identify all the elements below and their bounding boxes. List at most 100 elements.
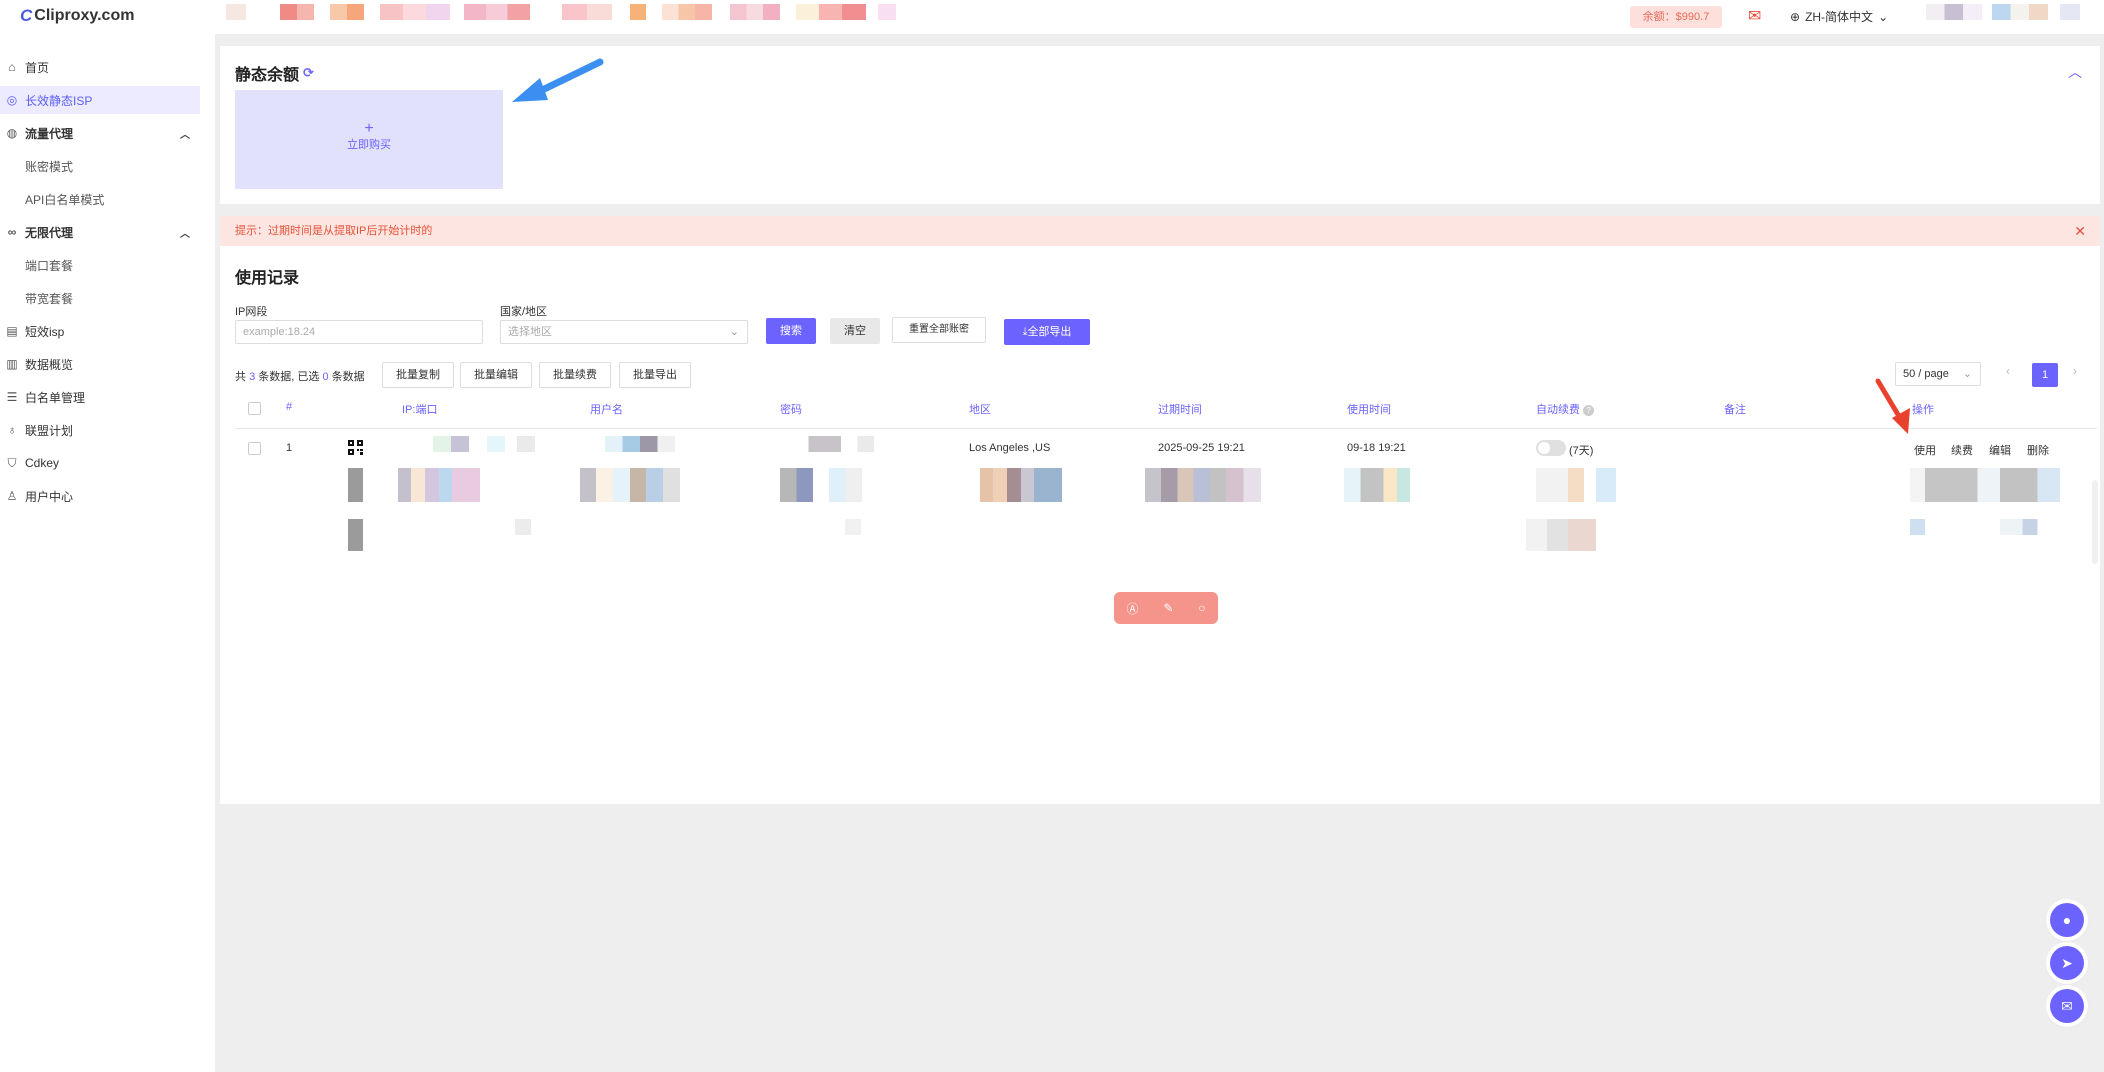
- sidebar-item-static-isp[interactable]: ◎ 长效静态ISP: [0, 86, 200, 114]
- ip-range-input[interactable]: example:18.24: [235, 320, 483, 344]
- sidebar-item-label: 无限代理: [25, 225, 74, 240]
- bulk-copy-button[interactable]: 批量复制: [382, 362, 454, 388]
- obscured-password: [780, 468, 862, 502]
- sidebar-item-cdkey[interactable]: ⛉ Cdkey: [0, 449, 200, 477]
- obscured-block: [878, 4, 896, 20]
- delete-action[interactable]: 删除: [2027, 442, 2049, 458]
- sidebar-item-whitelist[interactable]: ☰ 白名单管理: [0, 383, 200, 411]
- usage-records-panel: 使用记录 IP网段 example:18.24 国家/地区 选择地区 ⌄ 搜索 …: [220, 246, 2100, 804]
- obscured-block: [1926, 4, 1982, 20]
- user-icon: ♙: [6, 489, 18, 503]
- row-index: 1: [286, 442, 293, 454]
- ai-icon[interactable]: Ⓐ: [1126, 600, 1138, 617]
- search-icon[interactable]: ○: [1198, 601, 1205, 615]
- sidebar-group-traffic-proxy[interactable]: ◍ 流量代理 ︿: [0, 119, 200, 147]
- sidebar-item-label: 用户中心: [25, 489, 74, 504]
- qrcode-icon[interactable]: [348, 440, 363, 455]
- static-balance-panel: 静态余额 ⟳ + 立即购买 ︿: [220, 46, 2100, 204]
- telegram-icon[interactable]: ➤: [2050, 946, 2084, 980]
- auto-renew-toggle[interactable]: [1536, 440, 1566, 456]
- annotation-arrow-icon: [512, 58, 604, 102]
- col-actions: 操作: [1912, 404, 1934, 416]
- count-total: 3: [249, 371, 256, 383]
- obscured-block: [330, 4, 364, 20]
- magic-wand-icon[interactable]: ✎: [1163, 601, 1173, 615]
- page-number-current[interactable]: 1: [2032, 363, 2058, 387]
- gift-icon[interactable]: ✉: [1748, 8, 1768, 26]
- sidebar-item-user-center[interactable]: ♙ 用户中心: [0, 482, 200, 510]
- help-icon[interactable]: ?: [1583, 404, 1595, 416]
- obscured-expire: [1145, 468, 1261, 502]
- select-all-checkbox[interactable]: [248, 402, 261, 415]
- logo[interactable]: C Cliproxy.com: [20, 6, 134, 26]
- obscured-actions: [1910, 468, 2060, 502]
- close-icon[interactable]: ✕: [2074, 216, 2086, 246]
- language-selector[interactable]: ⊕ ZH-简体中文 ⌄: [1790, 8, 1888, 25]
- top-bar: C Cliproxy.com 余额：$990.7 ✉ ⊕ ZH-简体中文 ⌄: [0, 0, 2104, 34]
- use-action[interactable]: 使用: [1914, 442, 1936, 458]
- chevron-down-icon: ⌄: [729, 326, 739, 338]
- sidebar-item-api-whitelist[interactable]: API白名单模式: [0, 185, 200, 213]
- sidebar-item-bandwidth-plan[interactable]: 带宽套餐: [0, 284, 200, 312]
- logo-text: Cliproxy.com: [34, 7, 135, 24]
- chip-icon: ▤: [6, 324, 18, 338]
- section-title: 静态余额 ⟳: [235, 61, 314, 85]
- sidebar-item-short-isp[interactable]: ▤ 短效isp: [0, 317, 200, 345]
- sidebar-item-label: 首页: [25, 60, 50, 75]
- sidebar-item-account-mode[interactable]: 账密模式: [0, 152, 200, 180]
- sidebar-item-affiliate[interactable]: ♁ 联盟计划: [0, 416, 200, 444]
- drop-icon: ◍: [6, 126, 18, 140]
- edit-action[interactable]: 编辑: [1989, 442, 2011, 458]
- sidebar-item-label: 短效isp: [25, 324, 65, 339]
- reset-passwords-button[interactable]: 重置全部账密: [892, 317, 986, 343]
- sidebar-item-data-overview[interactable]: ▥ 数据概览: [0, 350, 200, 378]
- export-all-label: 全部导出: [1027, 326, 1072, 338]
- export-all-button[interactable]: ⤓全部导出: [1004, 319, 1090, 345]
- clear-button[interactable]: 清空: [830, 318, 880, 344]
- refresh-icon[interactable]: ⟳: [303, 65, 314, 81]
- affiliate-icon: ♁: [7, 423, 17, 437]
- country-select[interactable]: 选择地区 ⌄: [500, 320, 748, 344]
- sidebar-item-label: 联盟计划: [25, 423, 74, 438]
- balance-badge[interactable]: 余额：$990.7: [1630, 6, 1722, 28]
- chevron-down-icon: ⌄: [1878, 9, 1889, 24]
- sidebar-item-port-plan[interactable]: 端口套餐: [0, 251, 200, 279]
- sidebar-item-home[interactable]: ⌂ 首页: [0, 53, 200, 81]
- col-ip-port: IP:端口: [402, 404, 438, 416]
- search-button[interactable]: 搜索: [766, 318, 816, 344]
- collapse-icon[interactable]: ︿: [2068, 62, 2082, 82]
- obscured-ip: [415, 436, 535, 452]
- sidebar-item-label: 白名单管理: [25, 390, 86, 405]
- bulk-export-button[interactable]: 批量导出: [619, 362, 691, 388]
- sidebar-group-unlimited-proxy[interactable]: ∞ 无限代理 ︿: [0, 218, 200, 246]
- obscured-block: [1992, 4, 2048, 20]
- mail-icon[interactable]: ✉: [2050, 989, 2084, 1023]
- row-region: Los Angeles ,US: [969, 442, 1051, 454]
- sidebar-item-label: 数据概览: [25, 357, 74, 372]
- col-used-time: 使用时间: [1347, 404, 1391, 416]
- globe-icon: ⊕: [1790, 9, 1801, 24]
- row-checkbox[interactable]: [248, 442, 261, 455]
- col-auto-renew-label: 自动续费: [1536, 404, 1580, 416]
- obscured-username: [605, 436, 675, 452]
- obscured-username: [580, 468, 680, 502]
- buy-now-label: 立即购买: [347, 139, 391, 151]
- count-suffix: 条数据: [331, 371, 365, 383]
- count-mid: 条数据, 已选: [258, 371, 320, 383]
- obscured-block: [380, 4, 450, 20]
- obscured-block: [2060, 4, 2080, 20]
- row-used-time: 09-18 19:21: [1347, 442, 1406, 454]
- obscured-block: [796, 4, 866, 20]
- prev-page-icon[interactable]: ‹: [2006, 364, 2010, 378]
- count-selected: 0: [322, 371, 329, 383]
- buy-now-card[interactable]: + 立即购买: [235, 90, 503, 189]
- scrollbar[interactable]: [2092, 480, 2098, 564]
- renew-action[interactable]: 续费: [1951, 442, 1973, 458]
- chat-icon[interactable]: ●: [2050, 903, 2084, 937]
- bulk-edit-button[interactable]: 批量编辑: [460, 362, 532, 388]
- next-page-icon[interactable]: ›: [2073, 364, 2077, 378]
- country-label: 国家/地区: [500, 306, 548, 318]
- plus-icon: +: [364, 120, 374, 137]
- row-expire-time: 2025-09-25 19:21: [1158, 442, 1245, 454]
- bulk-renew-button[interactable]: 批量续费: [539, 362, 611, 388]
